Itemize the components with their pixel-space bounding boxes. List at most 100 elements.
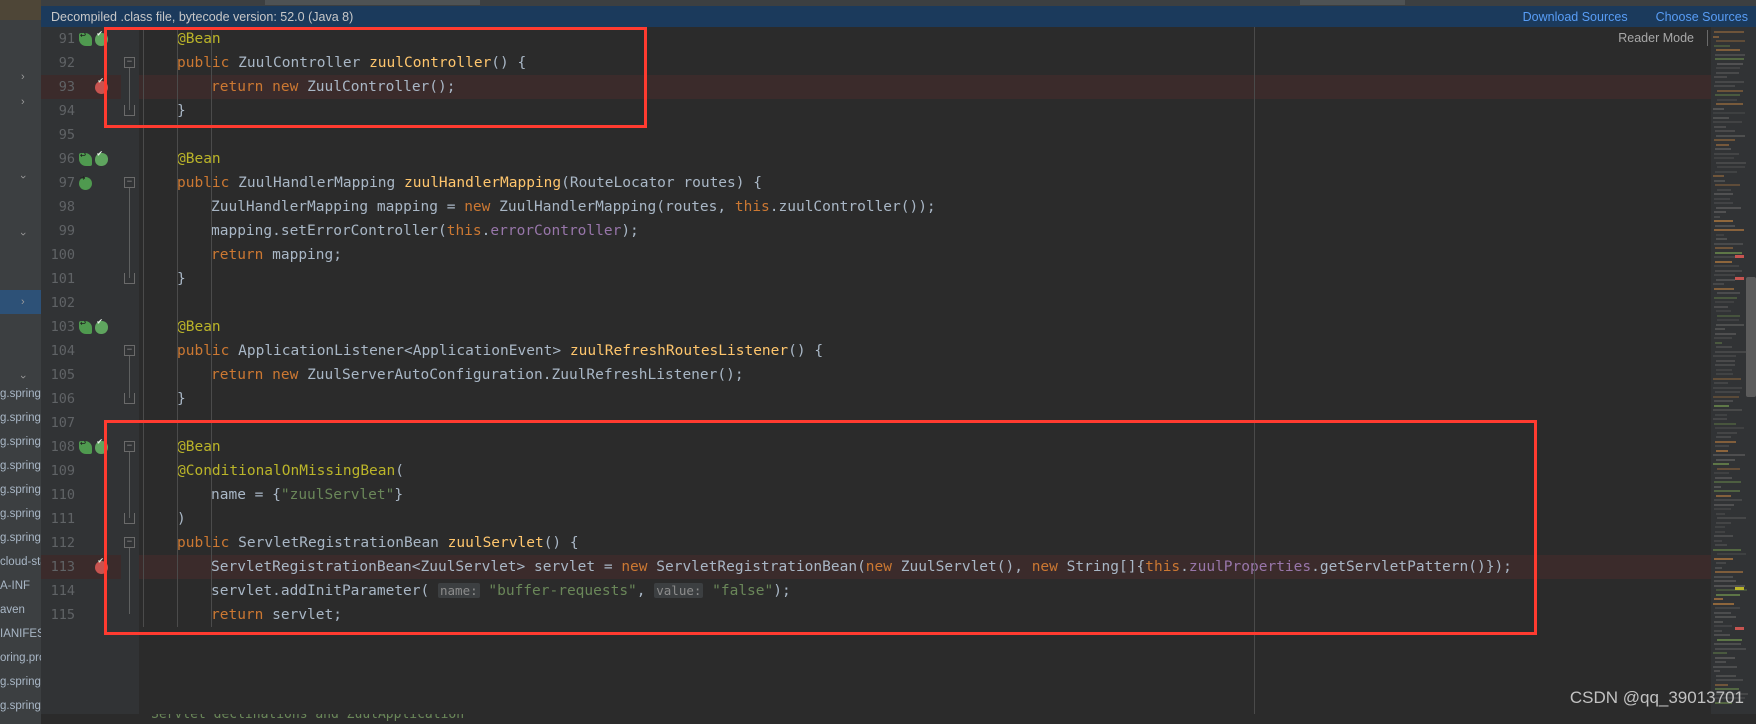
line-number: 105 [41,363,121,387]
code-fold-toggle[interactable]: − [124,537,135,548]
code-fold-toggle[interactable]: − [124,57,135,68]
code-line[interactable]: public ZuulController zuulController() { [139,51,526,75]
tree-node-toggle[interactable]: › [0,290,41,314]
implemented-method-icon[interactable] [79,321,92,334]
code-line[interactable]: name = {"zuulServlet"} [139,483,403,507]
tree-item-label[interactable]: oring.pro [0,646,41,670]
chevron-right-icon: › [17,232,29,236]
code-line[interactable]: @Bean [139,147,221,171]
code-line[interactable]: return mapping; [139,243,342,267]
tree-item-label[interactable]: g.springf [0,670,41,694]
error-stripe-marker[interactable] [1735,277,1744,280]
tree-item-label[interactable]: g.springf [0,430,41,454]
line-number: 110 [41,483,121,507]
tree-item-label[interactable]: aven [0,598,41,622]
code-editor[interactable]: @Bean public ZuulController zuulControlle… [139,27,1711,724]
overridden-method-icon[interactable] [95,153,108,166]
editor-gutter[interactable]: 9192939495969798991001011021031041051061… [41,27,121,724]
minimap-line [1714,198,1730,200]
minimap-line [1715,148,1731,150]
code-line[interactable]: @Bean [139,435,221,459]
code-line[interactable]: public ZuulHandlerMapping zuulHandlerMap… [139,171,762,195]
error-stripe-marker[interactable] [1735,587,1744,590]
minimap-line [1714,306,1728,308]
editor-minimap[interactable] [1711,27,1756,724]
code-line[interactable]: return new ZuulServerAutoConfiguration.Z… [139,363,744,387]
tree-item-label[interactable]: g.springf [0,382,41,406]
code-line[interactable]: @Bean [139,315,221,339]
tree-item-label[interactable]: IANIFES [0,622,41,646]
minimap-line [1715,445,1729,447]
minimap-line [1715,391,1740,393]
code-line[interactable]: return new ZuulController(); [139,75,455,99]
minimap-line [1716,373,1733,375]
tree-node-toggle[interactable]: › [0,222,41,246]
reader-mode-label[interactable]: Reader Mode [1618,31,1694,45]
tree-item-label[interactable]: g.springf [0,454,41,478]
code-fold-toggle[interactable]: − [124,177,135,188]
code-line[interactable]: } [139,387,186,411]
minimap-line [1714,265,1739,267]
code-line[interactable]: ServletRegistrationBean<ZuulServlet> ser… [139,555,1512,579]
navigate-icon[interactable] [79,177,92,190]
tree-item-label[interactable]: g.springf [0,694,41,718]
minimap-line [1715,477,1732,479]
breakpoint-icon[interactable] [95,81,108,94]
minimap-line [1717,63,1743,65]
error-stripe-marker[interactable] [1735,255,1744,258]
breakpoint-icon[interactable] [95,561,108,574]
tree-item-label[interactable]: g.springf [0,502,41,526]
code-line[interactable]: return servlet; [139,603,342,627]
code-line[interactable]: public ApplicationListener<ApplicationEv… [139,339,823,363]
tree-item-label[interactable]: A-INF [0,574,41,598]
tree-item-label[interactable]: g.springf [0,406,41,430]
code-line[interactable]: servlet.addInitParameter( name: "buffer-… [139,579,791,603]
minimap-line [1713,117,1729,119]
download-sources-link[interactable]: Download Sources [1523,10,1628,24]
minimap-line [1715,252,1742,254]
overridden-method-icon[interactable] [95,33,108,46]
tree-node-toggle[interactable]: › [0,90,41,114]
tree-node-toggle[interactable]: › [0,65,41,89]
code-line[interactable]: ZuulHandlerMapping mapping = new ZuulHan… [139,195,936,219]
code-line[interactable]: } [139,99,186,123]
choose-sources-link[interactable]: Choose Sources [1656,10,1748,24]
code-line[interactable]: mapping.setErrorController(this.errorCon… [139,219,639,243]
tree-item-label[interactable]: g.springf [0,526,41,550]
tree-item-label[interactable]: g.springf [0,478,41,502]
minimap-line [1715,225,1735,227]
code-line[interactable]: @ConditionalOnMissingBean( [139,459,404,483]
code-line[interactable]: public ServletRegistrationBean zuulServl… [139,531,579,555]
minimap-line [1714,45,1730,47]
minimap-line [1715,567,1722,569]
code-folding-column[interactable]: − − − − − [121,27,139,724]
minimap-line [1716,346,1732,348]
overridden-method-icon[interactable] [95,441,108,454]
tree-item-label[interactable]: cloud-sta [0,550,41,574]
chevron-right-icon: › [17,175,29,179]
minimap-line [1714,625,1731,627]
minimap-line [1714,670,1721,672]
implemented-method-icon[interactable] [79,33,92,46]
code-fold-toggle[interactable]: − [124,345,135,356]
line-number: 113 [41,555,121,579]
tree-node-toggle[interactable]: › [0,165,41,189]
code-line[interactable]: } [139,267,186,291]
project-tree-sliver[interactable]: › › › › › › g.springf g.springf g.springf g.sprin… [0,0,41,724]
code-fold-toggle[interactable]: − [124,441,135,452]
minimap-line [1715,607,1740,609]
minimap-line [1714,504,1735,506]
implemented-method-icon[interactable] [79,153,92,166]
code-line[interactable]: ) [139,507,186,531]
minimap-line [1716,324,1744,326]
error-stripe-marker[interactable] [1735,627,1744,630]
vertical-scrollbar-thumb[interactable] [1746,277,1756,397]
minimap-line [1713,36,1719,38]
overridden-method-icon[interactable] [95,321,108,334]
implemented-method-icon[interactable] [79,441,92,454]
minimap-line [1716,144,1729,146]
minimap-line [1713,112,1745,114]
code-line[interactable]: @Bean [139,27,221,51]
minimap-line [1716,49,1740,51]
chevron-right-icon: › [21,296,25,308]
